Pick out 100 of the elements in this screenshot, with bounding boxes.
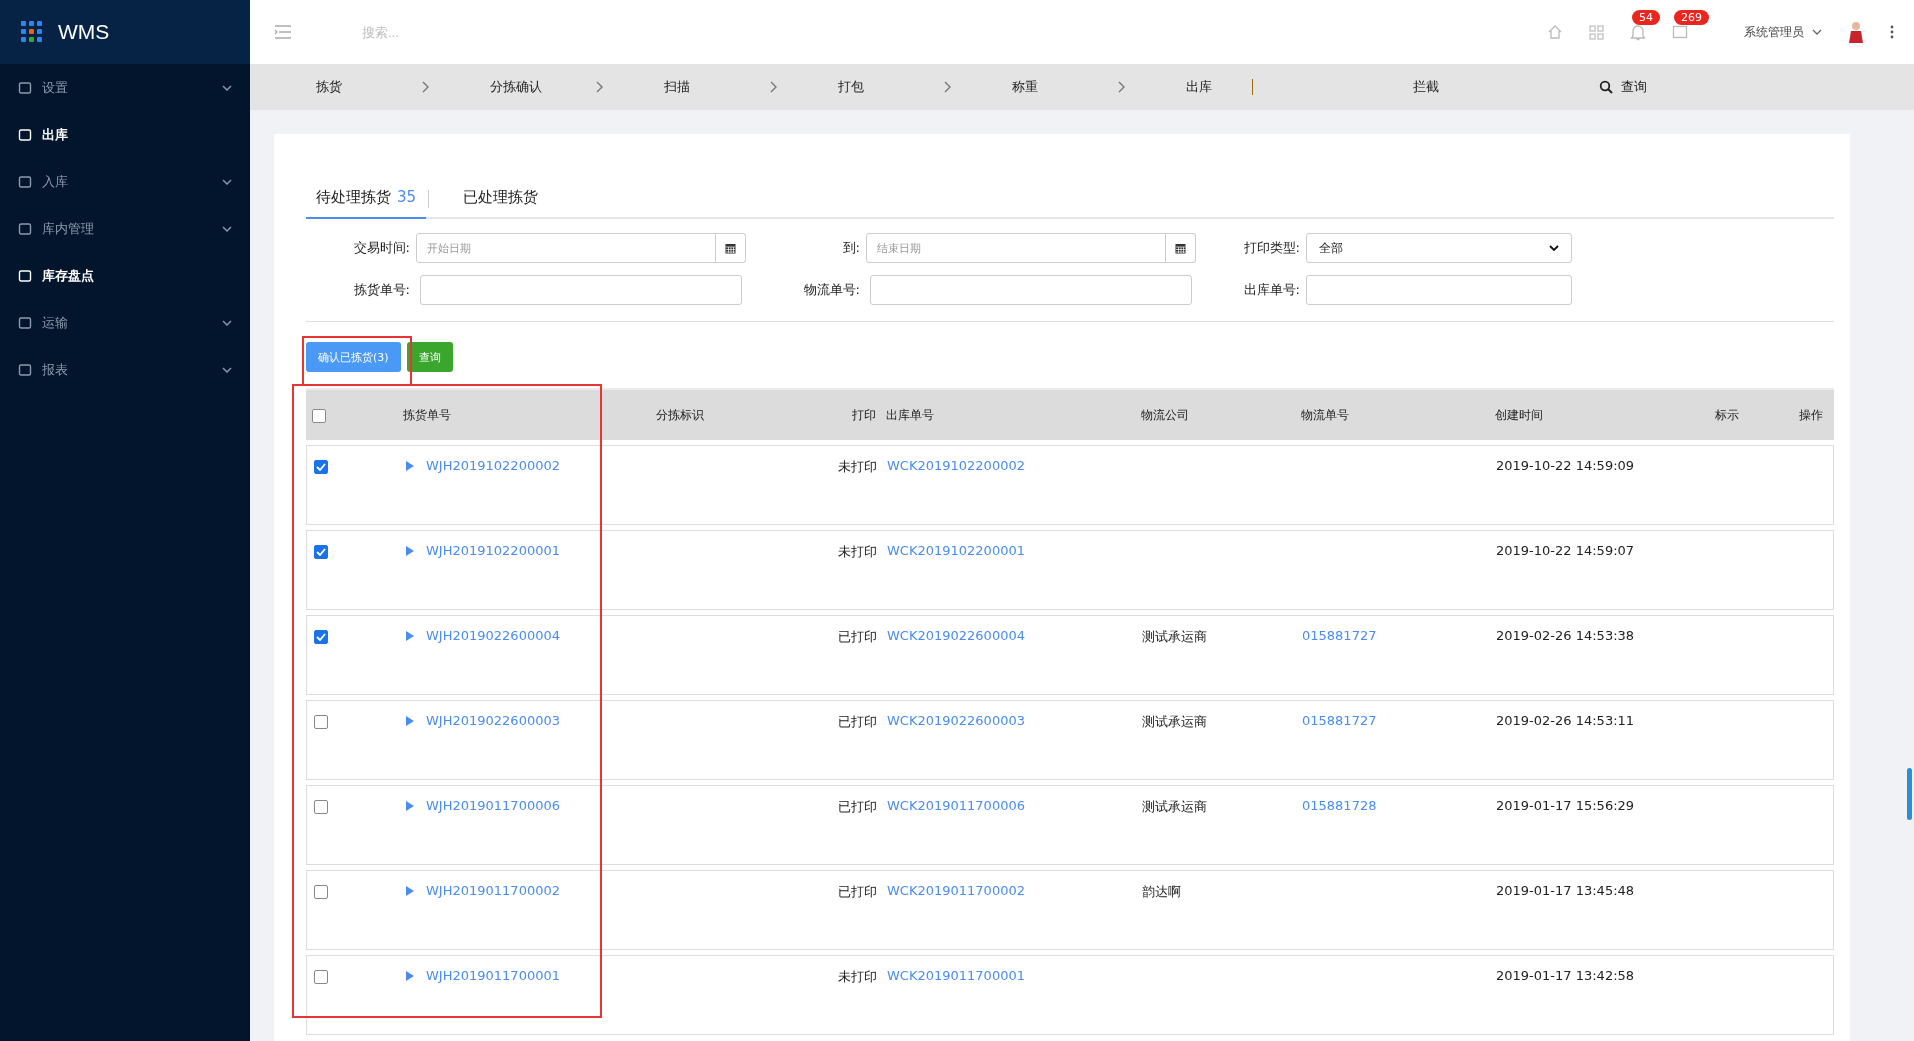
sidebar-item[interactable]: 库存盘点 bbox=[0, 252, 250, 299]
print-status: 已打印 bbox=[837, 883, 878, 901]
print-status: 已打印 bbox=[837, 713, 878, 731]
pick-number-link[interactable]: WJH2019011700001 bbox=[426, 968, 560, 983]
row-checkbox[interactable] bbox=[314, 545, 328, 559]
tracking-number-field[interactable] bbox=[870, 275, 1192, 305]
start-date-field[interactable]: 开始日期 bbox=[416, 233, 716, 263]
outbound-number-link[interactable]: WCK2019011700002 bbox=[887, 883, 1025, 898]
column-header: 分拣标识 bbox=[656, 406, 705, 424]
pick-number-link[interactable]: WJH2019022600003 bbox=[426, 713, 560, 728]
outbound-number-link[interactable]: WCK2019022600004 bbox=[887, 628, 1025, 643]
expand-triangle-icon[interactable] bbox=[406, 800, 414, 811]
chevron-down-icon bbox=[222, 84, 232, 91]
calendar-icon bbox=[725, 242, 736, 254]
created-time: 2019-10-22 14:59:09 bbox=[1496, 458, 1636, 473]
chevron-right-icon bbox=[422, 81, 430, 93]
sidebar-item[interactable]: 库内管理 bbox=[0, 205, 250, 252]
row-checkbox[interactable] bbox=[314, 460, 328, 474]
carrier-name: 韵达啊 bbox=[1142, 884, 1181, 899]
expand-triangle-icon[interactable] bbox=[406, 715, 414, 726]
sidebar-item[interactable]: 出库 bbox=[0, 111, 250, 158]
column-header: 出库单号 bbox=[886, 406, 935, 424]
notification-badge: 54 bbox=[1632, 9, 1660, 25]
field-label: 到: bbox=[841, 239, 861, 257]
created-time: 2019-01-17 15:56:29 bbox=[1496, 798, 1636, 813]
pick-number-link[interactable]: WJH2019011700006 bbox=[426, 798, 560, 813]
field-label: 出库单号: bbox=[1242, 281, 1301, 299]
field-label: 打印类型: bbox=[1242, 239, 1301, 257]
step-link[interactable]: 拣货 bbox=[316, 78, 422, 96]
print-status: 未打印 bbox=[837, 543, 878, 561]
carrier-name: 测试承运商 bbox=[1142, 629, 1207, 644]
expand-triangle-icon[interactable] bbox=[406, 460, 414, 471]
tab[interactable]: 已处理拣货 bbox=[453, 180, 549, 219]
more-icon[interactable] bbox=[1890, 25, 1894, 39]
outbound-number-link[interactable]: WCK2019022600003 bbox=[887, 713, 1025, 728]
row-checkbox[interactable] bbox=[314, 885, 328, 899]
step-link[interactable]: 分拣确认 bbox=[490, 78, 596, 96]
brand-name: WMS bbox=[58, 20, 110, 44]
created-time: 2019-02-26 14:53:11 bbox=[1496, 713, 1636, 728]
search-link[interactable]: 查询 bbox=[1599, 78, 1647, 96]
pick-number-link[interactable]: WJH2019102200002 bbox=[426, 458, 560, 473]
expand-triangle-icon[interactable] bbox=[406, 970, 414, 981]
pick-number-link[interactable]: WJH2019011700002 bbox=[426, 883, 560, 898]
pick-number-field[interactable] bbox=[420, 275, 742, 305]
step-link[interactable]: 扫描 bbox=[664, 78, 770, 96]
sidebar-item[interactable]: 运输 bbox=[0, 299, 250, 346]
step-link[interactable]: 出库 bbox=[1186, 78, 1292, 96]
row-checkbox[interactable] bbox=[314, 630, 328, 644]
chevron-down-icon bbox=[1812, 29, 1822, 35]
step-link[interactable]: 打包 bbox=[838, 78, 944, 96]
sidebar-item[interactable]: 报表 bbox=[0, 346, 250, 393]
print-status: 未打印 bbox=[837, 458, 878, 476]
menu-item-icon bbox=[18, 174, 32, 189]
outbound-number-link[interactable]: WCK2019011700001 bbox=[887, 968, 1025, 983]
column-header: 创建时间 bbox=[1495, 406, 1544, 424]
print-type-select[interactable]: 全部 bbox=[1306, 233, 1572, 263]
chevron-right-icon bbox=[1118, 81, 1126, 93]
row-checkbox[interactable] bbox=[314, 800, 328, 814]
tab[interactable]: 待处理拣货 35 bbox=[306, 180, 427, 219]
chevron-right-icon bbox=[770, 81, 778, 93]
sidebar-item[interactable]: 设置 bbox=[0, 64, 250, 111]
field-label: 拣货单号: bbox=[352, 281, 411, 299]
search-field[interactable]: 搜索... bbox=[360, 23, 564, 41]
home-icon[interactable] bbox=[1547, 24, 1563, 40]
outbound-number-field[interactable] bbox=[1306, 275, 1572, 305]
expand-triangle-icon[interactable] bbox=[406, 545, 414, 556]
chevron-down-icon bbox=[222, 366, 232, 373]
step-link[interactable]: 称重 bbox=[1012, 78, 1118, 96]
column-header: 打印 bbox=[851, 406, 877, 424]
chevron-right-icon bbox=[596, 81, 604, 93]
select-all-checkbox[interactable] bbox=[312, 409, 326, 423]
bell-icon[interactable] bbox=[1630, 23, 1646, 41]
outbound-number-link[interactable]: WCK2019102200001 bbox=[887, 543, 1025, 558]
pick-number-link[interactable]: WJH2019102200001 bbox=[426, 543, 560, 558]
field-label: 交易时间: bbox=[352, 239, 411, 257]
row-checkbox[interactable] bbox=[314, 970, 328, 984]
app-grid-icon[interactable] bbox=[21, 21, 43, 43]
user-menu[interactable]: 系统管理员 bbox=[1744, 23, 1804, 41]
column-header: 物流单号 bbox=[1301, 406, 1350, 424]
field-label: 物流单号: bbox=[802, 281, 861, 299]
expand-triangle-icon[interactable] bbox=[406, 630, 414, 641]
end-date-field[interactable]: 结束日期 bbox=[866, 233, 1166, 263]
calendar-button[interactable] bbox=[1166, 233, 1196, 263]
chevron-down-icon bbox=[1549, 245, 1559, 251]
column-header: 拣货单号 bbox=[402, 406, 452, 424]
avatar-icon[interactable] bbox=[1848, 20, 1864, 44]
created-time: 2019-02-26 14:53:38 bbox=[1496, 628, 1636, 643]
tracking-number-link[interactable]: 015881728 bbox=[1302, 798, 1377, 813]
outbound-number-link[interactable]: WCK2019102200002 bbox=[887, 458, 1025, 473]
pick-number-link[interactable]: WJH2019022600004 bbox=[426, 628, 560, 643]
menu-icon[interactable] bbox=[274, 25, 292, 39]
outbound-number-link[interactable]: WCK2019011700006 bbox=[887, 798, 1025, 813]
step-link[interactable]: 拦截 bbox=[1413, 78, 1519, 96]
scrollbar-thumb[interactable] bbox=[1907, 768, 1912, 820]
sidebar-item[interactable]: 入库 bbox=[0, 158, 250, 205]
chevron-right-icon bbox=[944, 81, 952, 93]
expand-triangle-icon[interactable] bbox=[406, 885, 414, 896]
message-icon[interactable] bbox=[1672, 24, 1688, 40]
row-checkbox[interactable] bbox=[314, 715, 328, 729]
calendar-button[interactable] bbox=[716, 233, 746, 263]
